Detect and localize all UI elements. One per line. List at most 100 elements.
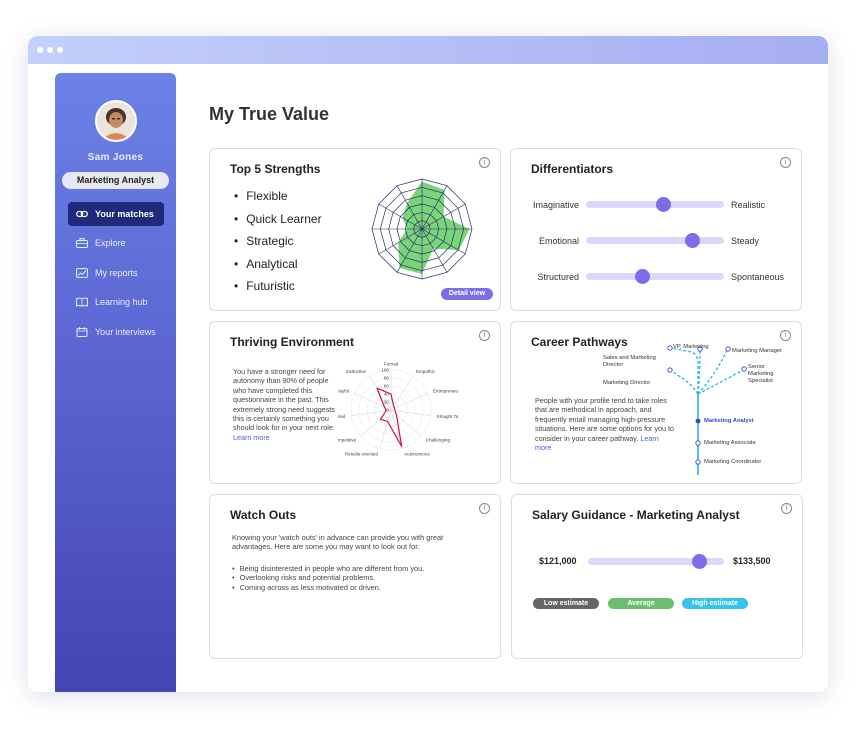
differentiators-card: Differentiators i Imaginative Realistic … xyxy=(510,148,802,311)
sidebar-item-my-reports[interactable]: My reports xyxy=(68,261,164,285)
radar-tick-label: 60 xyxy=(384,384,390,389)
card-title: Top 5 Strengths xyxy=(230,162,321,176)
pathway-role[interactable]: Senior Marketing Specialist xyxy=(748,364,788,385)
radar-axis-label: Playful xyxy=(338,388,349,393)
radar-series-line xyxy=(376,387,403,448)
differentiator-slider[interactable] xyxy=(586,197,724,212)
differentiator-slider[interactable] xyxy=(586,269,724,284)
list-item: Being disinterested in people who are di… xyxy=(232,564,425,573)
salary-guidance-card: Salary Guidance - Marketing Analyst i $1… xyxy=(511,494,803,659)
differentiator-right-label: Steady xyxy=(731,236,760,246)
slider-thumb[interactable] xyxy=(684,233,700,248)
window-titlebar xyxy=(28,36,828,64)
window-dot-icon xyxy=(57,47,63,53)
radar-axis-label: Straight Talking xyxy=(437,414,458,419)
sidebar-item-your-interviews[interactable]: Your interviews xyxy=(68,320,164,344)
window-dot-icon xyxy=(37,47,43,53)
radar-axis-label: Principled xyxy=(338,414,346,419)
pathway-role[interactable]: VP, Marketing xyxy=(673,344,709,351)
window-dot-icon xyxy=(47,47,53,53)
pathway-role-current[interactable]: Marketing Analyst xyxy=(704,418,754,425)
legend-average: Average xyxy=(608,598,674,609)
list-item: Overlooking risks and potential problems… xyxy=(232,573,424,582)
list-item: Analytical xyxy=(234,257,322,280)
page-title: My True Value xyxy=(209,104,330,124)
radar-axis-label: Empathic xyxy=(416,369,436,374)
link-icon xyxy=(76,209,88,219)
thriving-radar-chart: 100806040200FormalEmpathicEntrepreneuria… xyxy=(338,362,458,457)
sidebar-item-explore[interactable]: Explore xyxy=(68,231,164,255)
sidebar-item-label: Your matches xyxy=(95,209,154,219)
radar-tick-label: 80 xyxy=(384,376,390,381)
list-item: Flexible xyxy=(234,189,322,212)
info-icon[interactable]: i xyxy=(479,157,490,168)
list-item: Coming across as less motivated or drive… xyxy=(232,583,424,592)
strengths-card: Top 5 Strengths i Flexible Quick Learner… xyxy=(209,148,501,311)
pathway-role[interactable]: Sales and Marketing Director xyxy=(603,355,665,369)
radar-tick-label: 0 xyxy=(386,408,389,413)
differentiator-left-label: Emotional xyxy=(538,236,579,246)
strengths-list: Flexible Quick Learner Strategic Analyti… xyxy=(234,189,322,302)
sidebar-item-learning-hub[interactable]: Learning hub xyxy=(68,290,164,314)
salary-high-value: $133,500 xyxy=(733,556,771,566)
salary-slider[interactable] xyxy=(588,554,724,569)
radar-axis-label: Formal xyxy=(384,362,398,367)
card-title: Salary Guidance - Marketing Analyst xyxy=(532,508,740,522)
sidebar-item-label: Your interviews xyxy=(95,327,156,337)
list-item: Futuristic xyxy=(234,279,322,302)
thriving-environment-card: Thriving Environment i You have a strong… xyxy=(209,321,501,484)
watch-outs-list: Being disinterested in people who are di… xyxy=(232,564,425,592)
legend-high-estimate: High estimate xyxy=(682,598,748,609)
info-icon[interactable]: i xyxy=(781,503,792,514)
differentiator-slider[interactable] xyxy=(586,233,724,248)
sidebar: Sam Jones Marketing Analyst Your matches… xyxy=(55,73,176,692)
thriving-text: You have a stronger need for autonomy th… xyxy=(233,367,335,433)
differentiator-right-label: Realistic xyxy=(731,200,766,210)
sidebar-item-label: My reports xyxy=(95,268,138,278)
chart-icon xyxy=(76,268,88,278)
differentiator-left-label: Imaginative xyxy=(532,200,579,210)
radar-tick-label: 20 xyxy=(384,400,390,405)
role-badge: Marketing Analyst xyxy=(62,172,169,189)
pathway-role[interactable]: Marketing Coordinator xyxy=(704,459,761,466)
legend-low-estimate: Low estimate xyxy=(533,598,599,609)
info-icon[interactable]: i xyxy=(479,503,490,514)
salary-low-value: $121,000 xyxy=(539,556,577,566)
detail-view-button[interactable]: Detail view xyxy=(441,288,493,300)
slider-thumb[interactable] xyxy=(635,269,651,284)
radar-axis-label: Results oriented xyxy=(345,452,379,457)
sidebar-item-label: Learning hub xyxy=(95,297,148,307)
thriving-description: You have a stronger need for autonomy th… xyxy=(233,367,337,442)
differentiator-right-label: Spontaneous xyxy=(731,272,785,282)
slider-thumb[interactable] xyxy=(655,197,671,212)
avatar[interactable] xyxy=(95,100,137,142)
card-title: Watch Outs xyxy=(230,508,297,522)
book-icon xyxy=(76,297,88,307)
calendar-icon xyxy=(76,327,88,337)
radar-axis-label: Challenging xyxy=(426,438,451,443)
radar-axis-label: Instinctive xyxy=(346,369,367,374)
career-pathways-card: Career Pathways i People with your profi… xyxy=(510,321,802,484)
app-window: Sam Jones Marketing Analyst Your matches… xyxy=(28,36,828,692)
differentiator-sliders: Imaginative Realistic Emotional Steady S… xyxy=(511,149,803,312)
radar-tick-label: 100 xyxy=(381,368,389,373)
slider-thumb[interactable] xyxy=(692,554,708,569)
info-icon[interactable]: i xyxy=(479,330,490,341)
radar-axis-label: Competitive xyxy=(338,438,357,443)
briefcase-icon xyxy=(76,238,88,248)
pathway-role[interactable]: Marketing Associate xyxy=(704,440,756,447)
differentiator-left-label: Structured xyxy=(537,272,579,282)
pathway-role[interactable]: Marketing Director xyxy=(603,380,650,387)
user-name: Sam Jones xyxy=(87,152,144,163)
radar-axis-label: Autonomous xyxy=(404,452,430,457)
radar-axis-label: Entrepreneurial xyxy=(433,388,458,393)
sidebar-item-your-matches[interactable]: Your matches xyxy=(68,202,164,226)
pathway-role[interactable]: Marketing Manager xyxy=(732,348,782,355)
watch-intro: Knowing your 'watch outs' in advance can… xyxy=(232,533,444,552)
learn-more-link[interactable]: Learn more xyxy=(233,433,270,442)
strengths-radar-chart xyxy=(371,178,473,280)
list-item: Quick Learner xyxy=(234,212,321,235)
watch-outs-card: Watch Outs i Knowing your 'watch outs' i… xyxy=(209,494,501,659)
card-title: Thriving Environment xyxy=(230,335,355,349)
avatar-portrait-icon xyxy=(97,102,135,140)
